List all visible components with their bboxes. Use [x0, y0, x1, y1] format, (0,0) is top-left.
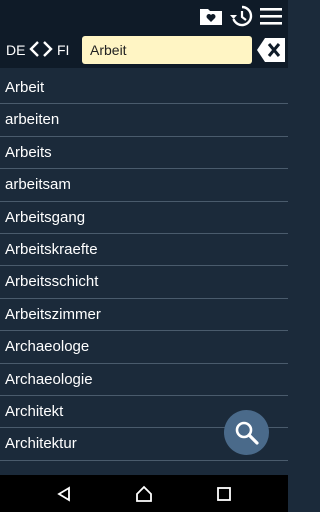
list-item[interactable]: arbeiten — [0, 104, 288, 137]
list-item[interactable]: Archaeologe — [0, 331, 288, 364]
back-icon[interactable] — [54, 484, 74, 504]
toolbar-icons — [198, 4, 284, 28]
clear-icon — [257, 38, 285, 62]
system-navigation-bar — [0, 475, 288, 512]
app-toolbar — [0, 0, 288, 32]
home-icon[interactable] — [134, 484, 154, 504]
target-language-label[interactable]: FI — [57, 42, 69, 58]
list-item[interactable]: Archaeologie — [0, 364, 288, 396]
list-item[interactable]: Arbeitszimmer — [0, 299, 288, 332]
list-item[interactable]: Arbeit — [0, 72, 288, 105]
search-input[interactable]: Arbeit — [82, 36, 252, 64]
favorites-folder-icon[interactable] — [198, 4, 224, 28]
swap-left-icon — [29, 41, 39, 57]
swap-right-icon — [43, 41, 53, 57]
clear-button[interactable] — [256, 37, 286, 63]
recents-icon[interactable] — [214, 484, 234, 504]
list-item[interactable]: arbeitsam — [0, 169, 288, 202]
language-search-bar: DE FI Arbeit — [0, 32, 288, 68]
list-item[interactable]: Arbeitskraefte — [0, 234, 288, 267]
menu-icon[interactable] — [258, 4, 284, 28]
history-icon[interactable] — [228, 4, 254, 28]
word-list: Arbeit arbeiten Arbeits arbeitsam Arbeit… — [0, 72, 288, 461]
language-swap-button[interactable] — [28, 40, 54, 63]
list-item[interactable]: Arbeits — [0, 137, 288, 170]
list-item[interactable]: Arbeitsgang — [0, 202, 288, 234]
search-icon — [235, 421, 259, 445]
list-item[interactable]: Arbeitsschicht — [0, 266, 288, 299]
source-language-label[interactable]: DE — [6, 42, 25, 58]
search-fab-button[interactable] — [224, 410, 269, 455]
